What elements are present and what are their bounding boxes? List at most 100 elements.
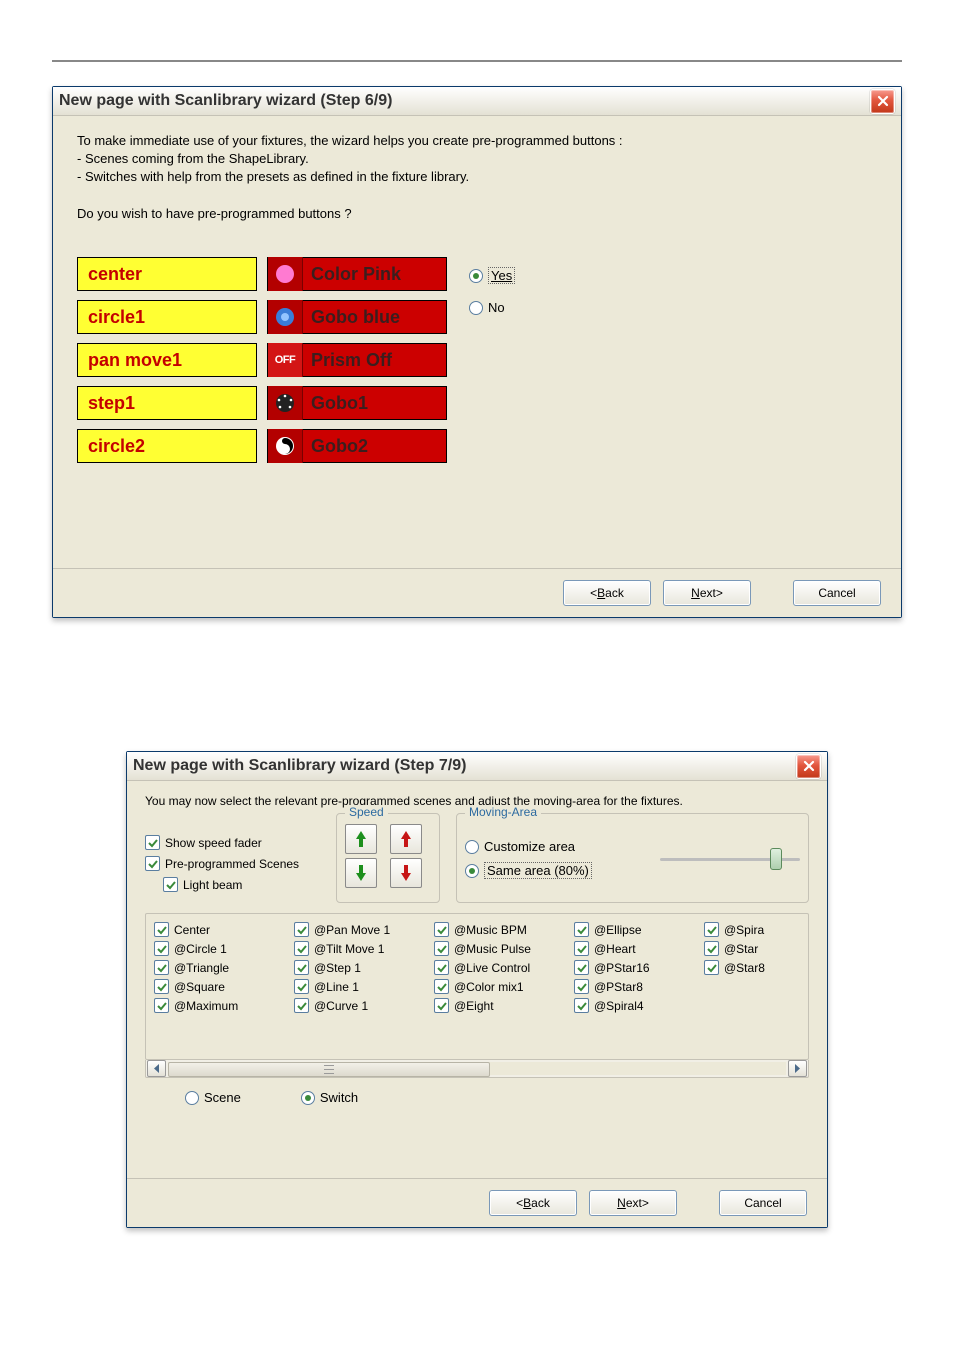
question-text: Do you wish to have pre-programmed butto…: [77, 206, 877, 221]
horizontal-scrollbar[interactable]: [145, 1060, 809, 1078]
scene-item-label: @Pan Move 1: [314, 923, 390, 937]
checkbox-indicator: [574, 998, 589, 1013]
same-area-radio[interactable]: Same area (80%): [465, 862, 592, 879]
no-radio[interactable]: No: [469, 300, 515, 315]
customize-area-radio[interactable]: Customize area: [465, 839, 592, 854]
scene-item-checkbox[interactable]: @Music Pulse: [434, 941, 564, 956]
wizard-step7-dialog: New page with Scanlibrary wizard (Step 7…: [126, 751, 828, 1228]
scene-button: center: [77, 257, 257, 291]
scene-item-checkbox[interactable]: @Square: [154, 979, 284, 994]
scene-item-checkbox[interactable]: @PStar8: [574, 979, 694, 994]
dialog-title: New page with Scanlibrary wizard (Step 7…: [133, 757, 796, 775]
checkbox-indicator: [574, 922, 589, 937]
checkbox-indicator: [154, 979, 169, 994]
moving-area-group: Moving-Area Customize area Same area (80…: [456, 813, 809, 903]
back-button[interactable]: < Back: [563, 580, 651, 606]
scene-item-checkbox[interactable]: @Color mix1: [434, 979, 564, 994]
scene-item-checkbox[interactable]: @Music BPM: [434, 922, 564, 937]
checkbox-indicator: [434, 922, 449, 937]
prism-off-icon: OFF: [268, 343, 303, 377]
intro-line: - Switches with help from the presets as…: [77, 168, 877, 186]
scene-item-checkbox[interactable]: @Tilt Move 1: [294, 941, 424, 956]
checkbox-indicator: [294, 922, 309, 937]
scene-item-checkbox[interactable]: @Curve 1: [294, 998, 424, 1013]
scene-radio[interactable]: Scene: [185, 1090, 241, 1105]
scene-item-checkbox[interactable]: @Ellipse: [574, 922, 694, 937]
scene-item-label: @PStar16: [594, 961, 650, 975]
switch-button: Gobo2: [267, 429, 447, 463]
checkbox-indicator: [434, 979, 449, 994]
next-button[interactable]: Next >: [589, 1190, 677, 1216]
scene-item-label: @Tilt Move 1: [314, 942, 384, 956]
preprogrammed-scenes-checkbox[interactable]: Pre-programmed Scenes: [145, 856, 320, 871]
speed-down-green-button[interactable]: [345, 858, 377, 888]
gobo2-icon: [268, 429, 303, 463]
scene-item-checkbox[interactable]: Center: [154, 922, 284, 937]
scene-item-label: @Line 1: [314, 980, 359, 994]
area-slider[interactable]: [660, 849, 800, 869]
radio-indicator: [465, 840, 479, 854]
scroll-track[interactable]: [168, 1062, 786, 1075]
scene-item-label: @Music Pulse: [454, 942, 531, 956]
scene-item-checkbox[interactable]: @Star8: [704, 960, 784, 975]
radio-indicator: [469, 301, 483, 315]
scene-item-label: @Spira: [724, 923, 764, 937]
titlebar: New page with Scanlibrary wizard (Step 7…: [127, 752, 827, 781]
back-button[interactable]: < Back: [489, 1190, 577, 1216]
color-pink-icon: [268, 257, 303, 291]
checkbox-indicator: [434, 960, 449, 975]
cancel-button[interactable]: Cancel: [719, 1190, 807, 1216]
scroll-left-button[interactable]: [147, 1060, 166, 1077]
scene-item-checkbox[interactable]: @Spira: [704, 922, 784, 937]
checkbox-indicator: [294, 960, 309, 975]
titlebar: New page with Scanlibrary wizard (Step 6…: [53, 87, 901, 116]
scene-button: circle1: [77, 300, 257, 334]
close-button[interactable]: [796, 754, 821, 779]
scene-item-checkbox[interactable]: @Maximum: [154, 998, 284, 1013]
wizard-step6-dialog: New page with Scanlibrary wizard (Step 6…: [52, 86, 902, 618]
light-beam-checkbox[interactable]: Light beam: [145, 877, 320, 892]
speed-down-red-button[interactable]: [390, 858, 422, 888]
scene-item-checkbox[interactable]: @Pan Move 1: [294, 922, 424, 937]
checkbox-label: Pre-programmed Scenes: [165, 857, 299, 871]
scene-item-checkbox[interactable]: @PStar16: [574, 960, 694, 975]
slider-thumb[interactable]: [770, 848, 782, 870]
scene-item-checkbox[interactable]: @Live Control: [434, 960, 564, 975]
scene-item-label: @PStar8: [594, 980, 643, 994]
checkbox-indicator: [434, 998, 449, 1013]
checkbox-indicator: [704, 960, 719, 975]
scene-item-checkbox[interactable]: @Step 1: [294, 960, 424, 975]
scene-item-checkbox[interactable]: @Spiral4: [574, 998, 694, 1013]
scene-item-label: @Heart: [594, 942, 636, 956]
scene-item-checkbox[interactable]: @Circle 1: [154, 941, 284, 956]
scene-item-label: @Star8: [724, 961, 765, 975]
speed-up-green-button[interactable]: [345, 824, 377, 854]
radio-label: Customize area: [484, 839, 575, 854]
scroll-thumb[interactable]: [168, 1062, 490, 1077]
checkbox-indicator: [574, 960, 589, 975]
scene-item-checkbox[interactable]: @Triangle: [154, 960, 284, 975]
scene-item-checkbox[interactable]: @Star: [704, 941, 784, 956]
switch-button: Gobo blue: [267, 300, 447, 334]
scene-item-label: @Live Control: [454, 961, 530, 975]
next-button[interactable]: Next >: [663, 580, 751, 606]
speed-up-red-button[interactable]: [390, 824, 422, 854]
scene-item-checkbox[interactable]: @Heart: [574, 941, 694, 956]
scroll-right-button[interactable]: [788, 1060, 807, 1077]
radio-label: Switch: [320, 1090, 358, 1105]
close-button[interactable]: [870, 89, 895, 114]
switch-radio[interactable]: Switch: [301, 1090, 358, 1105]
scene-item-checkbox[interactable]: @Line 1: [294, 979, 424, 994]
cancel-button[interactable]: Cancel: [793, 580, 881, 606]
switch-label: Prism Off: [303, 350, 446, 371]
checkbox-indicator: [434, 941, 449, 956]
show-speed-fader-checkbox[interactable]: Show speed fader: [145, 835, 320, 850]
group-legend: Moving-Area: [465, 805, 541, 819]
scene-label: circle1: [78, 307, 145, 328]
yes-radio[interactable]: Yes: [469, 267, 515, 284]
intro-line: - Scenes coming from the ShapeLibrary.: [77, 150, 877, 168]
scene-item-label: @Step 1: [314, 961, 361, 975]
scene-item-checkbox[interactable]: @Eight: [434, 998, 564, 1013]
scene-button: step1: [77, 386, 257, 420]
scene-item-label: @Color mix1: [454, 980, 524, 994]
